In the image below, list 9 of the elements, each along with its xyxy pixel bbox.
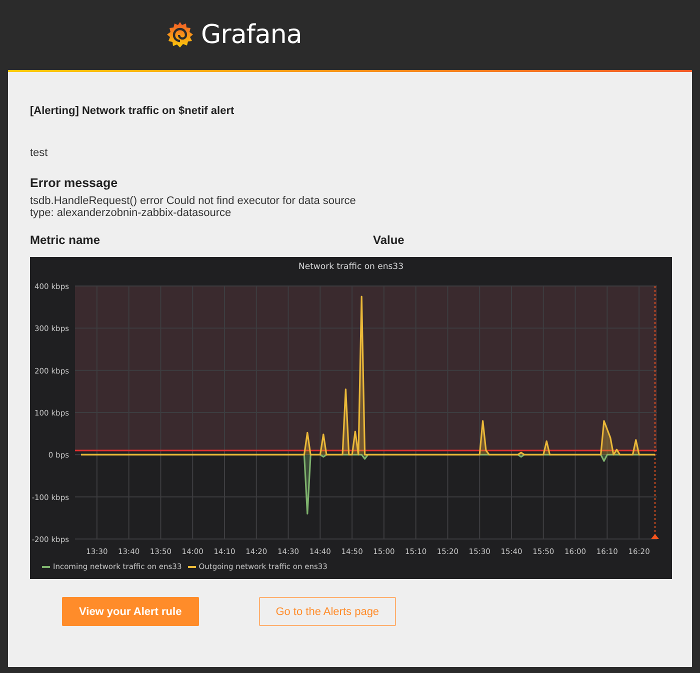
error-text: tsdb.HandleRequest() error Could not find executor for data source type: alexanderzobnin-zabbix-datasource [30,195,357,219]
error-heading: Error message [30,176,119,190]
column-header: Metric name [30,233,102,247]
alert-title: [Alerting] Network traffic on $netif alert [30,105,236,117]
alert-message: test [30,147,49,159]
logo-text: Grafana [201,20,302,50]
chart-title: Network traffic on ens33 [298,262,404,272]
logo-icon [165,20,195,50]
column-header: Value [373,233,404,247]
